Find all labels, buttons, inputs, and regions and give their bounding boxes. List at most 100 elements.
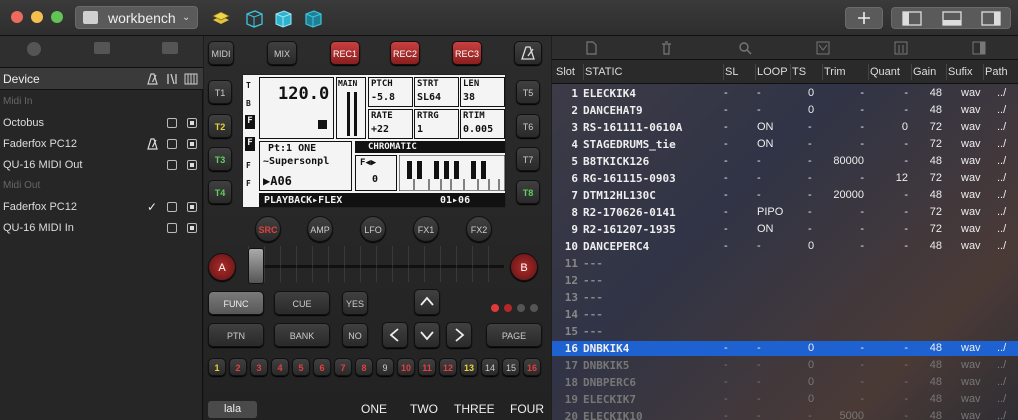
table-row[interactable]: 10 DANCEPERC4 - - 0 - - 48 wav ../ — [552, 239, 1018, 254]
column-header[interactable]: TS — [792, 66, 806, 78]
table-row[interactable]: 19 ELECKIK7 - - 0 - - 48 wav ../ — [552, 392, 1018, 407]
part-label-4[interactable]: FOUR — [510, 402, 544, 416]
table-row[interactable]: 9 R2-161207-1935 - ON - - - 72 wav ../ — [552, 222, 1018, 237]
right-panel-icon[interactable] — [981, 11, 1001, 26]
trig-key-12[interactable]: 12 — [439, 358, 457, 376]
minimize-window-button[interactable] — [31, 11, 43, 23]
fx1-button[interactable]: FX1 — [413, 216, 439, 242]
tab-midi[interactable] — [0, 38, 68, 66]
metronome-icon[interactable] — [146, 138, 159, 150]
table-row[interactable]: 12 --- — [552, 273, 1018, 288]
part-name-field[interactable]: lala — [208, 401, 257, 418]
track-button-t5[interactable]: T5 — [516, 80, 540, 104]
bank-button[interactable]: BANK — [274, 323, 330, 347]
right-button[interactable] — [446, 322, 472, 348]
lfo-button[interactable]: LFO — [360, 216, 386, 242]
scene-a-button[interactable]: A — [208, 253, 236, 281]
table-row[interactable]: 2 DANCEHAT9 - - 0 - - 48 wav ../ — [552, 103, 1018, 118]
wireframe-cube-icon[interactable] — [243, 7, 265, 29]
table-row[interactable]: 13 --- — [552, 290, 1018, 305]
table-row[interactable]: 14 --- — [552, 307, 1018, 322]
rec1-button[interactable]: REC1 — [330, 41, 360, 65]
note-checkbox[interactable] — [187, 223, 197, 233]
trig-key-3[interactable]: 3 — [250, 358, 268, 376]
note-checkbox[interactable] — [187, 139, 197, 149]
trig-key-5[interactable]: 5 — [292, 358, 310, 376]
scene-b-button[interactable]: B — [510, 253, 538, 281]
column-header[interactable]: STATIC — [585, 66, 622, 78]
column-header[interactable]: Quant — [870, 66, 900, 78]
filter-icon[interactable] — [816, 41, 830, 55]
column-header[interactable]: Slot — [556, 66, 575, 78]
check-mark[interactable]: ✓ — [147, 200, 157, 214]
track-button-t7[interactable]: T7 — [516, 147, 540, 171]
midi-button[interactable]: MIDI — [208, 41, 234, 65]
yes-button[interactable]: YES — [342, 291, 368, 315]
clock-checkbox[interactable] — [167, 202, 177, 212]
trig-key-11[interactable]: 11 — [418, 358, 436, 376]
device-row[interactable]: Faderfox PC12 ✓ — [0, 197, 203, 218]
close-window-button[interactable] — [11, 11, 23, 23]
tempo-button[interactable] — [514, 41, 542, 65]
note-checkbox[interactable] — [187, 160, 197, 170]
column-header[interactable]: Sufix — [948, 66, 972, 78]
note-checkbox[interactable] — [187, 202, 197, 212]
down-button[interactable] — [414, 322, 440, 348]
trig-key-15[interactable]: 15 — [502, 358, 520, 376]
trig-key-1[interactable]: 1 — [208, 358, 226, 376]
trig-key-13[interactable]: 13 — [460, 358, 478, 376]
part-label-1[interactable]: ONE — [361, 402, 387, 416]
device-row[interactable]: QU-16 MIDI In — [0, 218, 203, 239]
track-button-t4[interactable]: T4 — [208, 180, 232, 204]
no-button[interactable]: NO — [342, 323, 368, 347]
part-label-2[interactable]: TWO — [410, 402, 438, 416]
track-button-t6[interactable]: T6 — [516, 114, 540, 138]
zoom-window-button[interactable] — [51, 11, 63, 23]
table-row[interactable]: 7 DTM12HL130C - - - 20000 - 48 wav ../ — [552, 188, 1018, 203]
trig-key-9[interactable]: 9 — [376, 358, 394, 376]
table-row[interactable]: 15 --- — [552, 324, 1018, 339]
clock-checkbox[interactable] — [167, 160, 177, 170]
stack-icon[interactable] — [210, 7, 232, 29]
document-icon[interactable] — [585, 41, 598, 55]
track-button-t8[interactable]: T8 — [516, 180, 540, 204]
device-row[interactable]: Faderfox PC12 — [0, 134, 203, 155]
tab-flex[interactable] — [68, 38, 136, 66]
track-button-t2[interactable]: T2 — [208, 114, 232, 138]
table-row[interactable]: 18 DNBPERC6 - - 0 - - 48 wav ../ — [552, 375, 1018, 390]
bottom-panel-icon[interactable] — [942, 11, 962, 26]
table-row[interactable]: 16 DNBKIK4 - - 0 - - 48 wav ../ — [552, 341, 1018, 356]
table-row[interactable]: 11 --- — [552, 256, 1018, 271]
column-header[interactable]: Path — [985, 66, 1008, 78]
solid-cube-icon[interactable] — [272, 7, 294, 29]
page-button[interactable]: PAGE — [486, 323, 542, 347]
trig-key-10[interactable]: 10 — [397, 358, 415, 376]
trig-key-16[interactable]: 16 — [523, 358, 541, 376]
track-button-t1[interactable]: T1 — [208, 80, 232, 104]
clock-checkbox[interactable] — [167, 118, 177, 128]
trig-key-6[interactable]: 6 — [313, 358, 331, 376]
note-checkbox[interactable] — [187, 118, 197, 128]
track-button-t3[interactable]: T3 — [208, 147, 232, 171]
device-row[interactable]: QU-16 MIDI Out — [0, 155, 203, 176]
slice-grid-icon[interactable] — [894, 41, 908, 55]
column-header[interactable]: SL — [725, 66, 738, 78]
amp-button[interactable]: AMP — [307, 216, 333, 242]
search-icon[interactable] — [738, 41, 752, 55]
part-label-3[interactable]: THREE — [454, 402, 495, 416]
device-row[interactable]: Octobus — [0, 113, 203, 134]
table-row[interactable]: 4 STAGEDRUMS_tie - ON - - - 72 wav ../ — [552, 137, 1018, 152]
mix-button[interactable]: MIX — [267, 41, 297, 65]
shaded-cube-icon[interactable] — [302, 7, 324, 29]
column-header[interactable]: Trim — [824, 66, 846, 78]
rec3-button[interactable]: REC3 — [452, 41, 482, 65]
table-row[interactable]: 1 ELECKIK4 - - 0 - - 48 wav ../ — [552, 86, 1018, 101]
table-row[interactable]: 20 ELECKIK10 - - - 5000 - 48 wav ../ — [552, 409, 1018, 420]
trig-key-8[interactable]: 8 — [355, 358, 373, 376]
clock-checkbox[interactable] — [167, 223, 177, 233]
trig-key-4[interactable]: 4 — [271, 358, 289, 376]
add-button[interactable] — [845, 7, 883, 29]
table-row[interactable]: 6 RG-161115-0903 - - - - 12 72 wav ../ — [552, 171, 1018, 186]
table-row[interactable]: 3 RS-161111-0610A - ON - - 0 72 wav ../ — [552, 120, 1018, 135]
tab-static[interactable] — [136, 38, 204, 66]
